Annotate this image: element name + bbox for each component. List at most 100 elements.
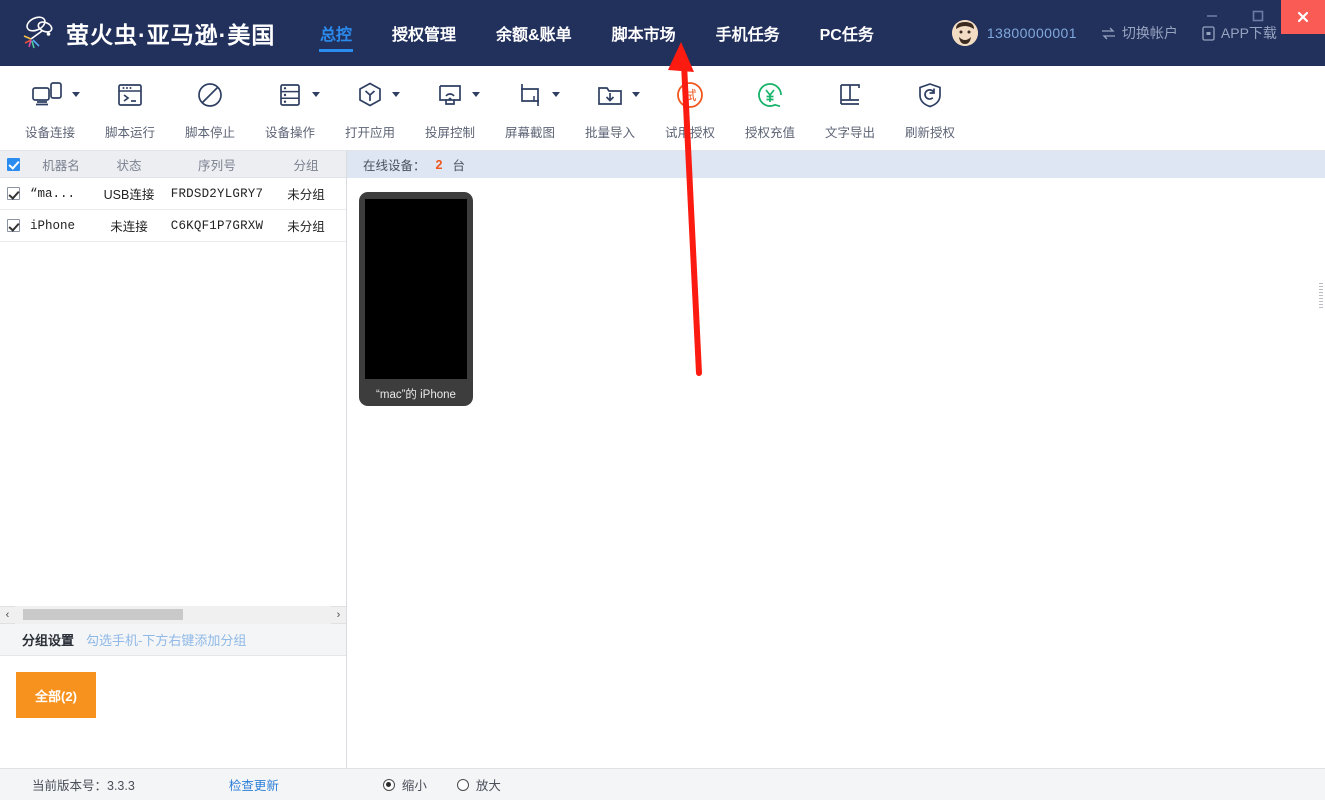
nav-item-license[interactable]: 授权管理 — [372, 0, 476, 66]
minimize-button[interactable] — [1189, 0, 1235, 32]
toolbar-label: 刷新授权 — [904, 126, 955, 140]
device-screen-preview[interactable] — [365, 199, 467, 379]
toolbar-button-open-app[interactable]: 打开应用 — [330, 66, 410, 151]
maximize-button[interactable] — [1235, 0, 1281, 32]
toolbar-label: 屏幕截图 — [504, 126, 555, 140]
toolbar-label: 投屏控制 — [424, 126, 475, 140]
window-controls — [1189, 0, 1325, 34]
toolbar-button-device-connect[interactable]: 设备连接 — [10, 66, 90, 151]
cell-name: “ma... — [30, 186, 76, 201]
version-label: 当前版本号：3.3.3 — [32, 779, 135, 793]
nav-item-phone-tasks[interactable]: 手机任务 — [696, 0, 800, 66]
cell-group: 未分组 — [287, 188, 325, 202]
toolbar-button-script-stop[interactable]: 脚本停止 — [170, 66, 250, 151]
script-stop-icon — [195, 75, 225, 115]
switch-account-label: 切换帐户 — [1121, 25, 1178, 41]
cell-serial: FRDSD2YLGRY7 — [170, 186, 264, 201]
device-thumbnail-label: “mac”的 iPhone — [376, 389, 456, 401]
toolbar-label: 授权充值 — [744, 126, 795, 140]
chevron-down-icon[interactable] — [632, 92, 640, 97]
group-settings-hint: 勾选手机-下方右键添加分组 — [86, 633, 247, 648]
toolbar-button-text-export[interactable]: 文字导出 — [810, 66, 890, 151]
toolbar-button-trial-license[interactable]: 试 试用授权 — [650, 66, 730, 151]
nav-item-balance[interactable]: 余额&账单 — [476, 0, 592, 66]
online-devices-bar: 在线设备： 2 台 — [347, 151, 1325, 178]
toolbar-label: 试用授权 — [664, 126, 715, 140]
chevron-down-icon[interactable] — [312, 92, 320, 97]
app-window: 萤火虫·亚马逊·美国 总控 授权管理 余额&账单 脚本市场 手机任务 PC任务 … — [0, 0, 1325, 800]
switch-account-button[interactable]: 切换帐户 — [1101, 23, 1178, 43]
nav-item-pc-tasks[interactable]: PC任务 — [800, 0, 894, 66]
radio-dot — [382, 778, 395, 791]
panel-resize-grip[interactable] — [1319, 283, 1323, 309]
toolbar-label: 设备连接 — [24, 126, 75, 140]
firefly-icon — [18, 13, 60, 53]
brand-title: 萤火虫·亚马逊·美国 — [66, 22, 276, 48]
toolbar-button-recharge[interactable]: 授权充值 — [730, 66, 810, 151]
scrollbar-track[interactable] — [15, 606, 331, 624]
chevron-down-icon[interactable] — [472, 92, 480, 97]
chevron-down-icon[interactable] — [392, 92, 400, 97]
toolbar-button-script-run[interactable]: 脚本运行 — [90, 66, 170, 151]
radio-zoom-in[interactable]: 放大 — [456, 775, 501, 794]
radio-label: 放大 — [475, 779, 501, 793]
brand: 萤火虫·亚马逊·美国 — [0, 13, 300, 53]
device-table-body: “ma... USB连接 FRDSD2YLGRY7 未分组 iPhone 未连接… — [0, 178, 346, 606]
main-nav: 总控 授权管理 余额&账单 脚本市场 手机任务 PC任务 — [300, 0, 894, 66]
row-checkbox[interactable] — [0, 219, 26, 232]
toolbar-label: 脚本运行 — [104, 126, 155, 140]
nav-item-script-market[interactable]: 脚本市场 — [592, 0, 696, 66]
toolbar-label: 文字导出 — [824, 126, 875, 140]
status-bar: 当前版本号：3.3.3 检查更新 缩小 放大 — [0, 768, 1325, 800]
toolbar-button-device-ops[interactable]: 设备操作 — [250, 66, 330, 151]
scroll-right-arrow[interactable]: › — [331, 609, 346, 621]
device-preview-panel: 在线设备： 2 台 “mac”的 iPhone — [347, 151, 1325, 768]
device-table-header: 机器名 状态 序列号 分组 — [0, 151, 346, 178]
recharge-icon — [754, 75, 786, 115]
toolbar: 设备连接 脚本运行 脚本停止 设备操作 打开应用 投屏控制 屏幕截图 批量导入 … — [0, 66, 1325, 151]
cell-name: iPhone — [30, 218, 76, 233]
cell-status: 未连接 — [110, 220, 148, 234]
scroll-left-arrow[interactable]: ‹ — [0, 609, 15, 621]
select-all-checkbox[interactable] — [0, 157, 26, 171]
svg-text:试: 试 — [683, 89, 696, 104]
toolbar-button-batch-import[interactable]: 批量导入 — [570, 66, 650, 151]
close-button[interactable] — [1281, 0, 1325, 34]
group-settings-title: 分组设置 — [22, 633, 75, 648]
screen-cast-icon — [435, 75, 465, 115]
column-header-group: 分组 — [293, 158, 319, 173]
open-app-icon — [355, 75, 385, 115]
online-devices-count: 2 — [435, 157, 443, 172]
toolbar-button-screen-cast[interactable]: 投屏控制 — [410, 66, 490, 151]
row-checkbox[interactable] — [0, 187, 26, 200]
group-chip-all[interactable]: 全部(2) — [16, 672, 96, 718]
column-header-name: 机器名 — [42, 158, 80, 173]
column-header-serial: 序列号 — [197, 159, 237, 174]
device-thumbnail-area: “mac”的 iPhone — [347, 178, 1325, 768]
zoom-radio-group: 缩小 放大 — [382, 775, 501, 794]
trial-license-icon: 试 — [674, 75, 706, 115]
chevron-down-icon[interactable] — [552, 92, 560, 97]
check-update-link[interactable]: 检查更新 — [229, 775, 279, 794]
horizontal-scrollbar[interactable]: ‹ › — [0, 606, 346, 624]
group-settings-bar: 分组设置 勾选手机-下方右键添加分组 — [0, 624, 346, 656]
text-export-icon — [835, 75, 865, 115]
toolbar-button-screenshot[interactable]: 屏幕截图 — [490, 66, 570, 151]
user-avatar-icon[interactable] — [951, 20, 978, 46]
title-bar: 萤火虫·亚马逊·美国 总控 授权管理 余额&账单 脚本市场 手机任务 PC任务 … — [0, 0, 1325, 66]
table-row[interactable]: “ma... USB连接 FRDSD2YLGRY7 未分组 — [0, 178, 346, 210]
group-chip-area[interactable]: 全部(2) — [0, 656, 346, 768]
swap-icon — [1101, 27, 1116, 40]
radio-zoom-out[interactable]: 缩小 — [382, 775, 427, 794]
nav-item-zongkong[interactable]: 总控 — [300, 0, 372, 66]
online-devices-label: 在线设备： — [363, 159, 426, 173]
toolbar-button-refresh-license[interactable]: 刷新授权 — [890, 66, 970, 151]
toolbar-label: 打开应用 — [344, 126, 395, 140]
cell-status: USB连接 — [103, 188, 155, 202]
scrollbar-thumb[interactable] — [23, 609, 183, 620]
chevron-down-icon[interactable] — [72, 92, 80, 97]
column-header-status: 状态 — [116, 158, 142, 173]
device-thumbnail[interactable]: “mac”的 iPhone — [359, 192, 473, 406]
table-row[interactable]: iPhone 未连接 C6KQF1P7GRXW 未分组 — [0, 210, 346, 242]
refresh-license-icon — [915, 75, 945, 115]
